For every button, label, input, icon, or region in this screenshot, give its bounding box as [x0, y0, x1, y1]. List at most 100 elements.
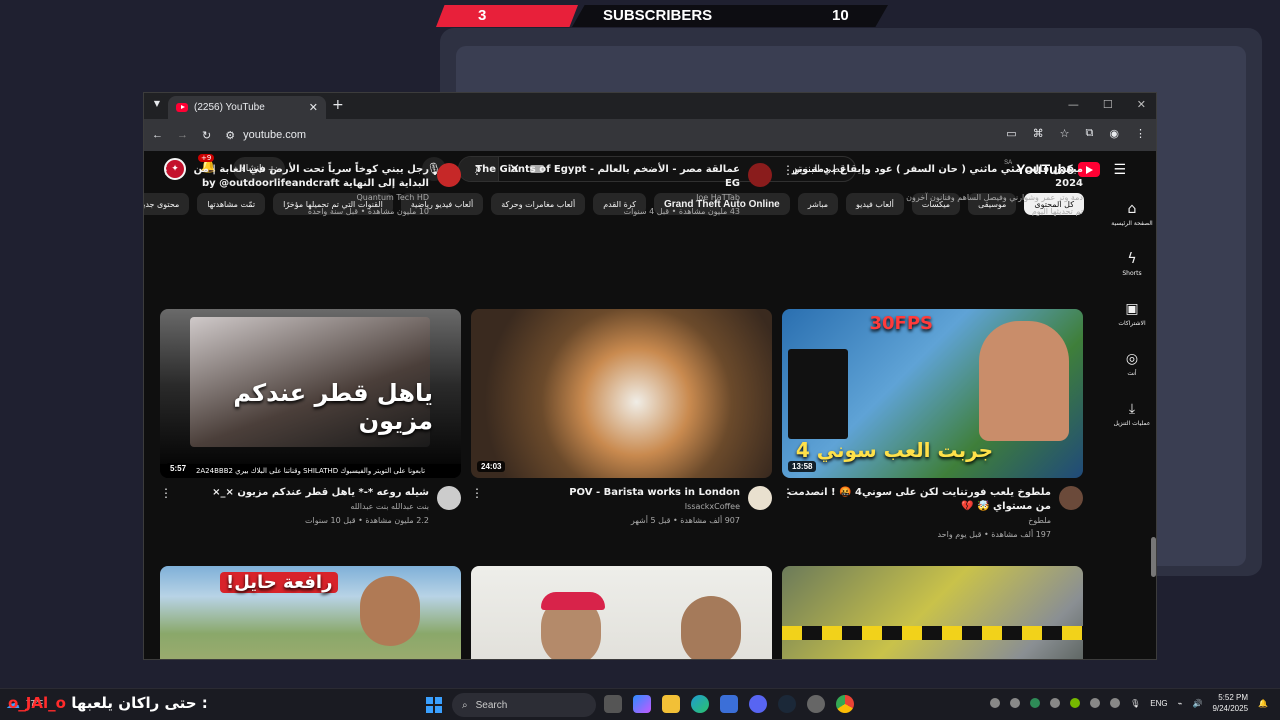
guide-label: عمليات التنزيل: [1113, 419, 1151, 427]
video-thumbnail[interactable]: رافعة حايل!: [160, 566, 461, 659]
cast-icon[interactable]: ▭: [1006, 127, 1016, 140]
video-thumbnail[interactable]: 24:03: [471, 309, 772, 478]
video-stats: 197 ألف مشاهدة • قبل يوم واحد: [937, 530, 1051, 539]
guide-label: الاشتراكات: [1118, 319, 1146, 327]
taskbar-search[interactable]: ⌕ Search: [452, 693, 596, 717]
video-card[interactable]: رجل يبني كوخاً سرياً تحت الأرض في الغابة…: [160, 163, 461, 219]
close-window-button[interactable]: ✕: [1137, 98, 1146, 111]
video-card[interactable]: [471, 566, 772, 659]
new-tab-button[interactable]: +: [332, 97, 344, 113]
channel-name[interactable]: دمة وتر عمر وشوارني وفيصل الساهم وفنانون…: [782, 191, 1083, 205]
video-title[interactable]: رجل يبني كوخاً سرياً تحت الأرض في الغابة…: [160, 163, 429, 191]
more-actions-icon[interactable]: ⋮: [160, 163, 172, 177]
back-icon[interactable]: ←: [152, 129, 163, 141]
more-actions-icon[interactable]: ⋮: [782, 486, 794, 500]
channel-avatar[interactable]: [437, 163, 461, 187]
video-thumbnail[interactable]: ياهل قطر عندكم مزيون تابعونا على التويتر…: [160, 309, 461, 478]
tray-app-icon[interactable]: [1050, 698, 1061, 708]
nvidia-icon[interactable]: [1070, 698, 1081, 708]
start-button[interactable]: [426, 697, 442, 713]
reload-icon[interactable]: ↻: [202, 129, 211, 142]
video-card[interactable]: 30FPS جربت العب سوني 4 13:58 ملطوخ يلعب …: [782, 309, 1083, 542]
system-tray: 🎙 ENG ⌁ 🔊 5:52 PM 9/24/2025 🔔: [990, 692, 1268, 714]
tray-app-icon[interactable]: [1090, 698, 1101, 708]
tray-app-icon[interactable]: [1030, 698, 1041, 708]
channel-avatar[interactable]: [748, 163, 772, 187]
video-card[interactable]: 24:03 POV - Barista works in London Issa…: [471, 309, 772, 528]
bookmark-star-icon[interactable]: ☆: [1060, 127, 1070, 140]
more-actions-icon[interactable]: ⋮: [782, 163, 794, 177]
channel-name[interactable]: بنت عبدالله بنت عبدالله: [160, 500, 429, 514]
store-icon[interactable]: [720, 695, 738, 713]
tray-app-icon[interactable]: [1010, 698, 1021, 708]
video-stats: 43 مليون مشاهدة • قبل 4 سنوات: [623, 207, 740, 216]
forward-icon[interactable]: →: [177, 129, 188, 141]
tray-app-icon[interactable]: [1110, 698, 1121, 708]
guide-subscriptions[interactable]: ▣ الاشتراكات: [1106, 289, 1156, 339]
channel-avatar[interactable]: [437, 486, 461, 510]
minimize-button[interactable]: —: [1068, 98, 1079, 111]
video-card[interactable]: عمالقة مصر - الأضخم بالعالم - The Giants…: [471, 163, 772, 219]
left-count: 3: [478, 7, 487, 24]
obs-icon[interactable]: [807, 695, 825, 713]
page-scrollbar[interactable]: [1151, 537, 1156, 577]
video-thumbnail[interactable]: [471, 566, 772, 659]
video-thumbnail[interactable]: 30FPS جربت العب سوني 4 13:58: [782, 309, 1083, 478]
channel-avatar[interactable]: [1059, 486, 1083, 510]
task-view-icon[interactable]: [604, 695, 622, 713]
more-actions-icon[interactable]: ⋮: [471, 163, 483, 177]
discord-icon[interactable]: [749, 695, 767, 713]
tray-app-icon[interactable]: [990, 698, 1001, 708]
video-card[interactable]: ميكس قالت مثي ماثني ( حان السفر ) عود وإ…: [782, 163, 1083, 219]
channel-avatar[interactable]: [748, 486, 772, 510]
video-card[interactable]: ياهل قطر عندكم مزيون تابعونا على التويتر…: [160, 309, 461, 528]
video-title[interactable]: ملطوخ يلعب فورتنايت لكن على سوني4 🤬 ! ان…: [782, 486, 1051, 514]
maximize-button[interactable]: ☐: [1103, 98, 1113, 111]
volume-icon[interactable]: 🔊: [1192, 699, 1202, 708]
video-card[interactable]: [782, 566, 1083, 659]
menu-icon[interactable]: ⋮: [1135, 127, 1146, 140]
tab-search-icon[interactable]: ▼: [150, 99, 164, 113]
video-title[interactable]: POV - Barista works in London: [471, 486, 740, 500]
notification-center-icon[interactable]: 🔔: [1258, 699, 1268, 708]
guide-shorts[interactable]: ϟ Shorts: [1106, 239, 1156, 289]
clock[interactable]: 5:52 PM 9/24/2025: [1212, 692, 1248, 714]
shorts-icon: ϟ: [1127, 250, 1137, 267]
edge-icon[interactable]: [691, 695, 709, 713]
video-title[interactable]: شيله روعه *-* ياهل قطر عندكم مزيون ×_×: [160, 486, 429, 500]
copilot-icon[interactable]: [633, 695, 651, 713]
network-icon[interactable]: ⌁: [1178, 699, 1183, 708]
video-card[interactable]: رافعة حايل!: [160, 566, 461, 659]
more-actions-icon[interactable]: ⋮: [471, 486, 483, 500]
microphone-icon[interactable]: 🎙: [1130, 699, 1140, 708]
channel-name[interactable]: ملطوخ: [782, 514, 1051, 528]
downloads-icon: ⤓: [1128, 400, 1136, 417]
translate-icon[interactable]: ⌘: [1033, 127, 1044, 140]
video-title[interactable]: ميكس قالت مثي ماثني ( حان السفر ) عود وإ…: [782, 163, 1083, 191]
hamburger-menu-icon[interactable]: ☰: [1113, 162, 1126, 178]
video-stats: تم تحديثها اليوم: [1031, 207, 1083, 216]
more-actions-icon[interactable]: ⋮: [160, 486, 172, 500]
profile-icon[interactable]: ◉: [1109, 127, 1119, 140]
tab-youtube[interactable]: (2256) YouTube ✕: [168, 96, 326, 119]
guide-label: Shorts: [1122, 269, 1142, 277]
guide-you[interactable]: ◎ أنت: [1106, 339, 1156, 389]
channel-name[interactable]: Joe HaTTab: [471, 191, 740, 205]
channel-name[interactable]: IssackxCoffee: [471, 500, 740, 514]
tab-close-icon[interactable]: ✕: [309, 101, 318, 114]
guide-home[interactable]: ⌂ الصفحة الرئيسية: [1106, 189, 1156, 239]
guide-downloads[interactable]: ⤓ عمليات التنزيل: [1106, 389, 1156, 439]
language-indicator[interactable]: ENG: [1150, 699, 1167, 708]
steam-icon[interactable]: [778, 695, 796, 713]
guide-sidebar: ⌂ الصفحة الرئيسية ϟ Shorts ▣ الاشتراكات ◎ أن…: [1106, 189, 1156, 659]
extensions-icon[interactable]: ⧉: [1086, 127, 1094, 140]
site-info-icon[interactable]: ⚙: [225, 129, 235, 142]
address-bar[interactable]: ⚙ youtube.com: [225, 129, 306, 142]
video-thumbnail[interactable]: [782, 566, 1083, 659]
video-title[interactable]: عمالقة مصر - الأضخم بالعالم - The Giants…: [471, 163, 740, 191]
subscribers-label: SUBSCRIBERS: [603, 7, 713, 24]
file-explorer-icon[interactable]: [662, 695, 680, 713]
person-image: [360, 576, 420, 646]
chrome-icon[interactable]: [836, 695, 854, 713]
channel-name[interactable]: Quantum Tech HD: [160, 191, 429, 205]
